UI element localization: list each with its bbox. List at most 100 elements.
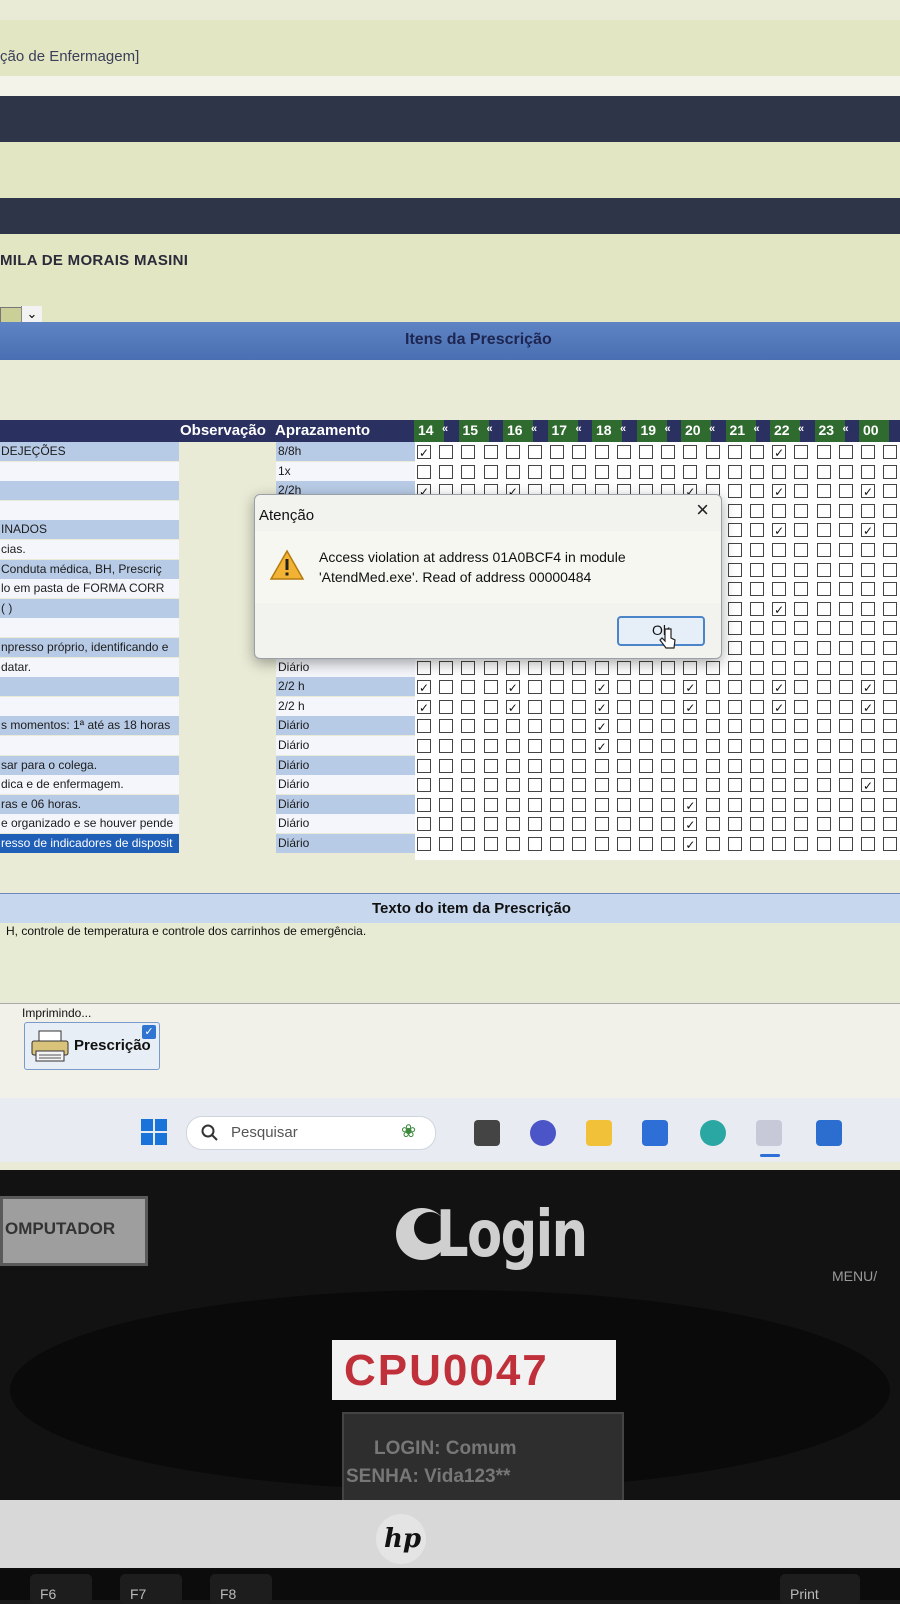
schedule-checkbox[interactable] bbox=[861, 719, 875, 734]
schedule-checkbox[interactable] bbox=[750, 817, 764, 832]
schedule-checkbox[interactable]: ✓ bbox=[683, 797, 698, 813]
schedule-checkbox[interactable] bbox=[794, 699, 809, 714]
schedule-checkbox[interactable] bbox=[439, 797, 454, 812]
schedule-checkbox[interactable] bbox=[572, 817, 587, 832]
schedule-checkbox[interactable] bbox=[750, 582, 764, 597]
schedule-checkbox[interactable] bbox=[439, 778, 454, 793]
schedule-checkbox[interactable] bbox=[483, 817, 498, 832]
schedule-checkbox[interactable] bbox=[838, 464, 853, 479]
schedule-checkbox[interactable] bbox=[883, 641, 898, 655]
schedule-checkbox[interactable] bbox=[794, 445, 809, 459]
schedule-checkbox[interactable] bbox=[838, 582, 853, 597]
schedule-checkbox[interactable] bbox=[816, 621, 831, 636]
schedule-checkbox[interactable] bbox=[750, 464, 764, 479]
schedule-checkbox[interactable] bbox=[838, 601, 853, 616]
schedule-checkbox[interactable] bbox=[417, 797, 431, 812]
schedule-checkbox[interactable] bbox=[550, 817, 565, 832]
schedule-checkbox[interactable] bbox=[505, 758, 520, 773]
schedule-checkbox[interactable] bbox=[750, 680, 764, 695]
schedule-checkbox[interactable] bbox=[727, 680, 742, 695]
schedule-checkbox[interactable] bbox=[816, 778, 831, 793]
schedule-checkbox[interactable] bbox=[461, 817, 476, 832]
schedule-checkbox[interactable] bbox=[572, 739, 587, 753]
schedule-checkbox[interactable] bbox=[883, 739, 898, 753]
schedule-checkbox[interactable] bbox=[417, 739, 431, 753]
schedule-checkbox[interactable] bbox=[616, 817, 631, 832]
teams-icon[interactable] bbox=[530, 1120, 556, 1146]
schedule-checkbox[interactable] bbox=[772, 660, 787, 675]
store-icon[interactable] bbox=[642, 1120, 668, 1146]
schedule-checkbox[interactable] bbox=[816, 601, 831, 616]
schedule-checkbox[interactable] bbox=[861, 503, 875, 518]
schedule-checkbox[interactable] bbox=[838, 621, 853, 636]
schedule-checkbox[interactable] bbox=[483, 660, 498, 675]
schedule-checkbox[interactable] bbox=[528, 817, 542, 832]
schedule-checkbox[interactable] bbox=[594, 817, 609, 832]
schedule-checkbox[interactable] bbox=[883, 464, 898, 479]
schedule-checkbox[interactable] bbox=[572, 464, 587, 479]
schedule-checkbox[interactable] bbox=[816, 837, 831, 851]
schedule-checkbox[interactable] bbox=[417, 464, 431, 479]
schedule-checkbox[interactable] bbox=[550, 837, 565, 851]
schedule-checkbox[interactable] bbox=[838, 680, 853, 695]
schedule-checkbox[interactable] bbox=[794, 641, 809, 655]
schedule-checkbox[interactable] bbox=[572, 778, 587, 793]
schedule-checkbox[interactable] bbox=[616, 739, 631, 753]
prescription-row[interactable]: DEJEÇÕES 8/8h bbox=[0, 442, 416, 461]
schedule-checkbox[interactable] bbox=[861, 445, 875, 459]
schedule-checkbox[interactable] bbox=[594, 797, 609, 812]
schedule-checkbox[interactable] bbox=[616, 445, 631, 459]
schedule-checkbox[interactable] bbox=[816, 660, 831, 675]
schedule-checkbox[interactable] bbox=[661, 778, 676, 793]
prescription-row[interactable]: Diário bbox=[0, 736, 416, 755]
schedule-checkbox[interactable] bbox=[727, 582, 742, 597]
schedule-checkbox[interactable] bbox=[461, 680, 476, 695]
schedule-checkbox[interactable] bbox=[594, 660, 609, 675]
schedule-checkbox[interactable] bbox=[750, 601, 764, 616]
prescription-row[interactable]: e organizado e se houver pende Diário bbox=[0, 814, 416, 834]
schedule-checkbox[interactable] bbox=[816, 523, 831, 538]
schedule-checkbox[interactable] bbox=[594, 778, 609, 793]
schedule-checkbox[interactable] bbox=[661, 660, 676, 675]
schedule-checkbox[interactable]: ✓ bbox=[683, 699, 698, 715]
schedule-checkbox[interactable] bbox=[616, 719, 631, 734]
schedule-checkbox[interactable] bbox=[883, 484, 898, 499]
schedule-checkbox[interactable] bbox=[794, 523, 809, 538]
schedule-checkbox[interactable]: ✓ bbox=[861, 484, 875, 499]
schedule-checkbox[interactable] bbox=[572, 660, 587, 675]
schedule-checkbox[interactable] bbox=[816, 484, 831, 499]
schedule-checkbox[interactable]: ✓ bbox=[417, 445, 431, 460]
schedule-checkbox[interactable] bbox=[483, 464, 498, 479]
schedule-checkbox[interactable] bbox=[727, 699, 742, 714]
schedule-checkbox[interactable] bbox=[750, 621, 764, 636]
schedule-checkbox[interactable]: ✓ bbox=[594, 680, 609, 695]
schedule-checkbox[interactable] bbox=[750, 699, 764, 714]
edge-icon[interactable] bbox=[700, 1120, 726, 1146]
schedule-checkbox[interactable] bbox=[727, 797, 742, 812]
schedule-checkbox[interactable] bbox=[727, 837, 742, 851]
schedule-checkbox[interactable] bbox=[861, 660, 875, 675]
schedule-checkbox[interactable] bbox=[705, 758, 720, 773]
schedule-checkbox[interactable] bbox=[594, 837, 609, 851]
schedule-checkbox[interactable] bbox=[861, 621, 875, 636]
schedule-checkbox[interactable] bbox=[461, 445, 476, 459]
schedule-checkbox[interactable] bbox=[439, 817, 454, 832]
schedule-checkbox[interactable] bbox=[861, 543, 875, 557]
schedule-checkbox[interactable] bbox=[883, 503, 898, 518]
schedule-checkbox[interactable] bbox=[572, 758, 587, 773]
schedule-checkbox[interactable] bbox=[483, 719, 498, 734]
schedule-checkbox[interactable] bbox=[661, 817, 676, 832]
schedule-checkbox[interactable] bbox=[505, 719, 520, 734]
schedule-checkbox[interactable]: ✓ bbox=[772, 699, 787, 715]
schedule-checkbox[interactable] bbox=[727, 817, 742, 832]
schedule-checkbox[interactable] bbox=[816, 562, 831, 577]
schedule-checkbox[interactable] bbox=[772, 582, 787, 597]
schedule-checkbox[interactable] bbox=[727, 503, 742, 518]
schedule-checkbox[interactable] bbox=[639, 680, 653, 695]
schedule-checkbox[interactable]: ✓ bbox=[594, 699, 609, 715]
schedule-checkbox[interactable] bbox=[838, 523, 853, 538]
prescription-row[interactable]: 2/2 h bbox=[0, 696, 416, 716]
schedule-checkbox[interactable] bbox=[838, 797, 853, 812]
schedule-checkbox[interactable] bbox=[705, 680, 720, 695]
schedule-checkbox[interactable] bbox=[794, 562, 809, 577]
